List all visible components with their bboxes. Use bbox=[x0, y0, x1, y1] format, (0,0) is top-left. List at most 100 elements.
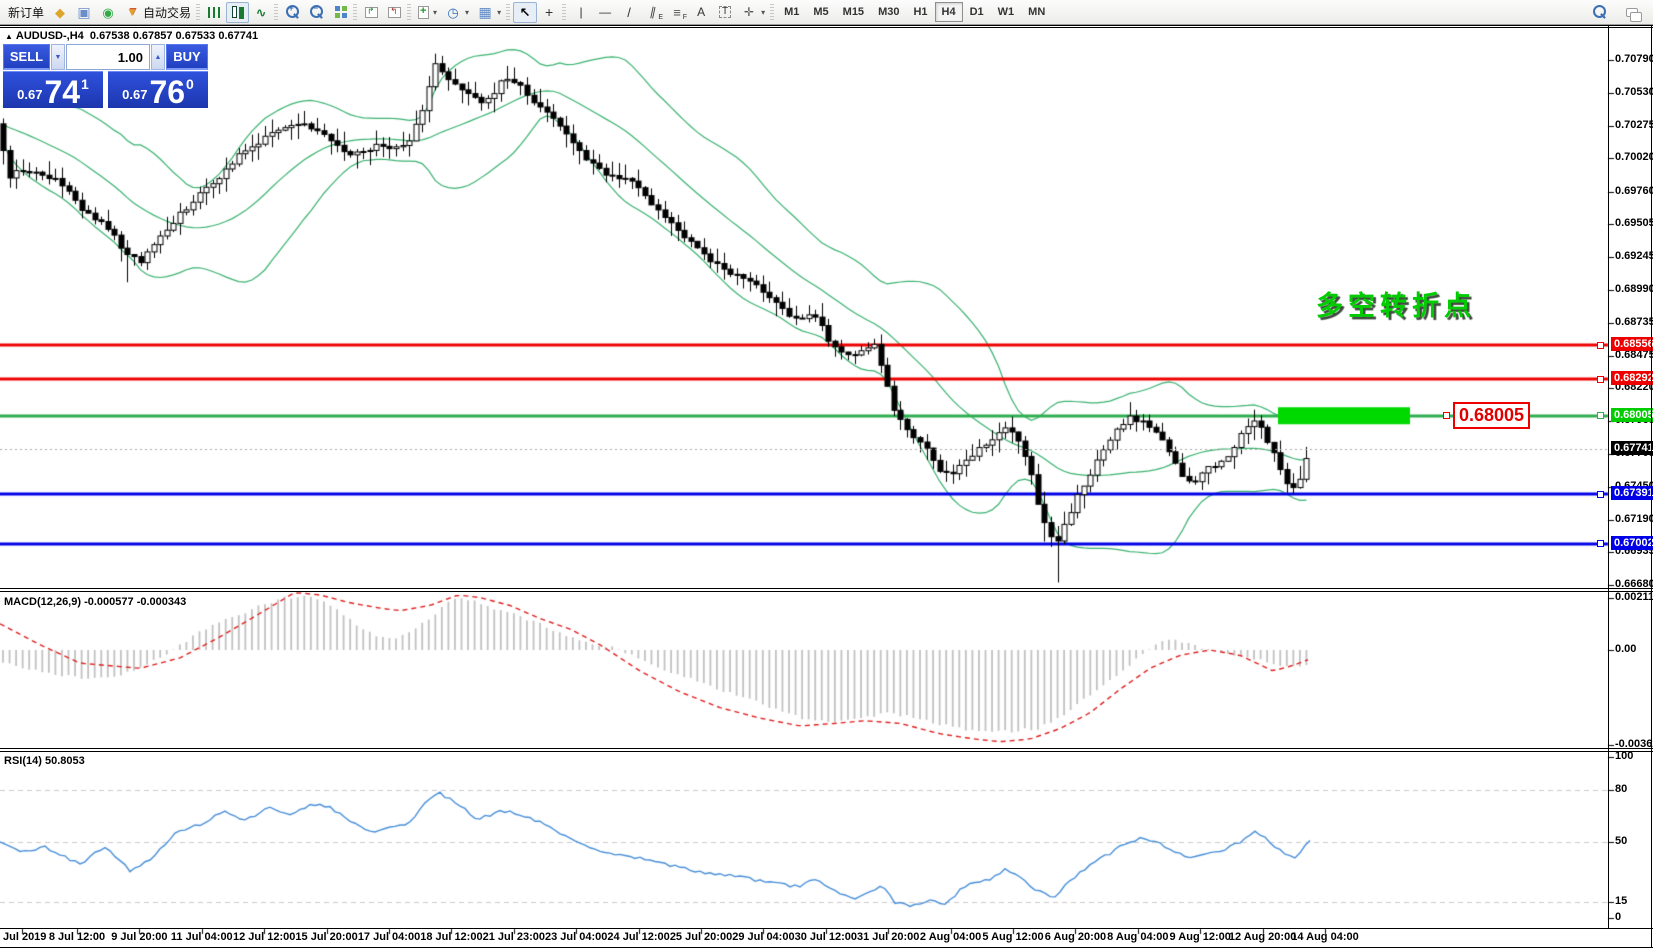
symbol-marker-icon: ▲ bbox=[5, 32, 13, 41]
cursor-icon bbox=[517, 4, 533, 20]
crosshair-button[interactable] bbox=[537, 2, 561, 23]
time-axis-label: 18 Jul 12:00 bbox=[420, 931, 482, 943]
buy-price-display[interactable]: 0.67 76 0 bbox=[108, 71, 208, 108]
hline-anchor-icon bbox=[1597, 491, 1604, 498]
timeframe-button-mn[interactable]: MN bbox=[1021, 2, 1052, 22]
rsi-panel-divider[interactable] bbox=[0, 748, 1653, 749]
text-label-button[interactable] bbox=[713, 2, 737, 23]
timeframe-button-m30[interactable]: M30 bbox=[871, 2, 906, 22]
chart-annotation-text[interactable]: 多空转折点 bbox=[1316, 284, 1476, 323]
trendline-button[interactable] bbox=[617, 2, 641, 23]
time-axis-label: 12 Aug 20:00 bbox=[1229, 931, 1296, 943]
arrows-icon bbox=[741, 4, 757, 20]
trendline-icon bbox=[621, 4, 637, 20]
chart-profile-icon-button[interactable] bbox=[48, 2, 72, 23]
auto-scroll-button[interactable] bbox=[360, 2, 383, 23]
buy-price-big: 76 bbox=[149, 78, 185, 106]
rsi-axis-tick: 80 bbox=[1615, 783, 1627, 795]
window-bottom-border bbox=[0, 947, 1653, 948]
icon-subletter: F bbox=[683, 14, 687, 21]
macd-panel-divider[interactable] bbox=[0, 588, 1653, 589]
volume-down-button[interactable]: ▼ bbox=[51, 44, 65, 70]
timeframe-button-h1[interactable]: H1 bbox=[906, 2, 934, 22]
toolbar-separator bbox=[274, 4, 278, 20]
time-axis-label: 30 Jul 12:00 bbox=[795, 931, 857, 943]
hline-price-label: 0.68005 bbox=[1611, 408, 1653, 422]
time-axis-label: 25 Jul 20:00 bbox=[670, 931, 732, 943]
terminal-icon-icon bbox=[76, 4, 92, 20]
timeframe-button-w1[interactable]: W1 bbox=[991, 2, 1022, 22]
toolbar-separator bbox=[770, 4, 774, 20]
cursor-button[interactable] bbox=[513, 2, 537, 23]
crosshair-icon bbox=[541, 4, 557, 20]
horizontal-line-button[interactable] bbox=[593, 2, 617, 23]
rsi-axis-tick: 50 bbox=[1615, 835, 1627, 847]
zoom-in-button[interactable] bbox=[281, 2, 305, 23]
sell-button[interactable]: SELL bbox=[3, 44, 50, 70]
timeframe-button-h4[interactable]: H4 bbox=[935, 2, 963, 22]
timeframe-button-m1[interactable]: M1 bbox=[777, 2, 806, 22]
zoom-out-button[interactable] bbox=[305, 2, 329, 23]
hline-price-label: 0.67002 bbox=[1611, 536, 1653, 550]
mt4-window: 新订单自动交易▾▾▾EF▾M1M5M15M30H1H4D1W1MN ▲AUDUS… bbox=[0, 0, 1653, 949]
chart-template-icon bbox=[477, 4, 493, 20]
toolbar-separator bbox=[562, 4, 566, 20]
current-price-label: 0.67741 bbox=[1611, 441, 1653, 455]
hline-anchor-icon bbox=[1597, 412, 1604, 419]
hline-anchor-icon bbox=[1597, 376, 1604, 383]
rsi-axis-tick: 0 bbox=[1615, 911, 1621, 923]
search-icon bbox=[1592, 4, 1608, 20]
sell-price-big: 74 bbox=[44, 78, 80, 106]
chart-window-top-border-2 bbox=[0, 27, 1653, 28]
search-button[interactable] bbox=[1588, 2, 1612, 23]
new-order-button[interactable]: 新订单 bbox=[4, 2, 48, 23]
vertical-line-button[interactable] bbox=[569, 2, 593, 23]
text-button[interactable] bbox=[689, 2, 713, 23]
time-axis-label: Jul 2019 bbox=[3, 931, 46, 943]
auto-scroll-icon bbox=[365, 7, 378, 18]
text-label-icon bbox=[717, 4, 733, 20]
timeframe-button-m5[interactable]: M5 bbox=[806, 2, 835, 22]
chart-template-button[interactable]: ▾ bbox=[473, 2, 505, 23]
text-icon bbox=[693, 4, 709, 20]
macd-label: MACD(12,26,9) -0.000577 -0.000343 bbox=[4, 596, 186, 608]
macd-panel-divider-2[interactable] bbox=[0, 591, 1653, 592]
profiles-button[interactable]: ▾ bbox=[441, 2, 473, 23]
arrows-button[interactable]: ▾ bbox=[737, 2, 769, 23]
bar-chart-icon bbox=[208, 7, 221, 18]
horizontal-line-icon bbox=[597, 4, 613, 20]
sell-price-small: 0.67 bbox=[17, 87, 42, 102]
sell-price-display[interactable]: 0.67 74 1 bbox=[3, 71, 103, 108]
line-chart-button[interactable] bbox=[249, 2, 273, 23]
chevron-down-icon: ▾ bbox=[497, 8, 501, 17]
rsi-panel-divider-2[interactable] bbox=[0, 751, 1653, 752]
time-axis-label: 14 Aug 04:00 bbox=[1291, 931, 1358, 943]
buy-button[interactable]: BUY bbox=[166, 44, 208, 70]
hline-price-label: 0.68292 bbox=[1611, 371, 1653, 385]
toolbar-separator bbox=[353, 4, 357, 20]
chart-shift-button[interactable] bbox=[383, 2, 406, 23]
chat-button[interactable] bbox=[1620, 2, 1643, 23]
candlestick-chart-button[interactable] bbox=[226, 2, 249, 23]
timeframe-button-d1[interactable]: D1 bbox=[963, 2, 991, 22]
volume-input[interactable] bbox=[66, 44, 150, 70]
price-axis-tick: 0.70275 bbox=[1615, 119, 1653, 131]
icon-subletter: E bbox=[658, 14, 663, 21]
time-axis-label: 24 Jul 12:00 bbox=[607, 931, 669, 943]
fibonacci-button[interactable]: F bbox=[665, 2, 689, 23]
vertical-line-icon bbox=[573, 4, 589, 20]
volume-up-button[interactable]: ▲ bbox=[151, 44, 165, 70]
new-chart-button[interactable]: ▾ bbox=[414, 2, 441, 23]
chart-profile-icon-icon bbox=[52, 4, 68, 20]
equidistant-channel-button[interactable]: E bbox=[641, 2, 665, 23]
tile-windows-button[interactable] bbox=[329, 2, 352, 23]
chart-canvas[interactable] bbox=[0, 0, 1653, 949]
terminal-icon-button[interactable] bbox=[72, 2, 96, 23]
auto-trading-button[interactable]: 自动交易 bbox=[120, 2, 195, 23]
timeframe-button-m15[interactable]: M15 bbox=[836, 2, 871, 22]
price-callout-label[interactable]: 0.68005 bbox=[1453, 402, 1530, 429]
price-axis-tick: 0.68735 bbox=[1615, 316, 1653, 328]
signal-icon-button[interactable] bbox=[96, 2, 120, 23]
auto-trading-icon bbox=[124, 4, 140, 20]
bar-chart-button[interactable] bbox=[203, 2, 226, 23]
